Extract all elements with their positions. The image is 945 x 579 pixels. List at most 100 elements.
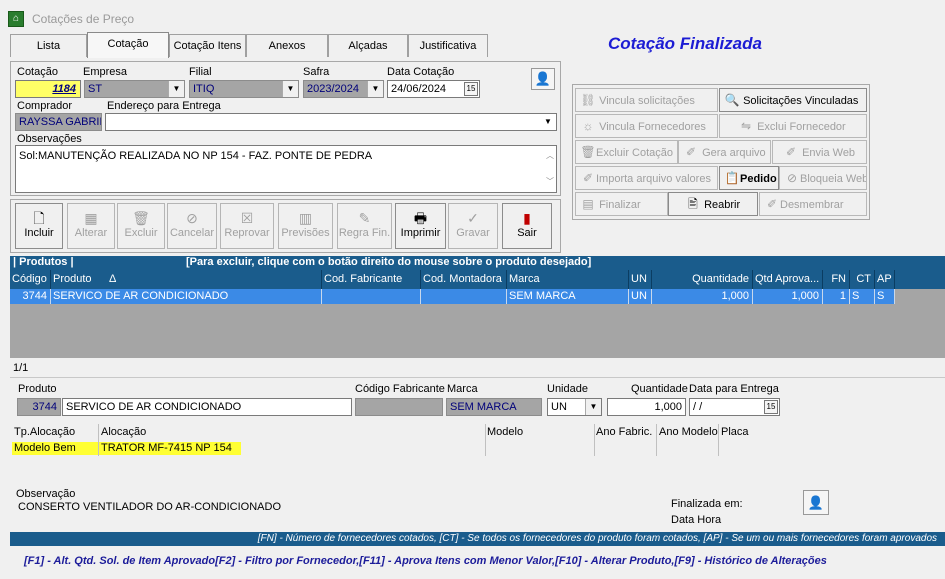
solicitacoes-vinculadas-button[interactable]: 🔍 Solicitações Vinculadas xyxy=(719,88,867,112)
cod-fabricante-label: Código Fabricante xyxy=(355,383,445,395)
alloc-header-ano-modelo: Ano Modelo xyxy=(659,426,718,438)
excluir-cotacao-label: Excluir Cotação xyxy=(596,147,674,159)
envia-web-button[interactable]: ✐ Envia Web xyxy=(772,140,867,164)
chevron-down-icon: ▼ xyxy=(585,399,601,415)
excluir-button[interactable]: 🗑 Excluir xyxy=(117,203,165,249)
incluir-button[interactable]: 🗋 Incluir xyxy=(15,203,63,249)
alloc-cell-alocacao[interactable]: TRATOR MF-7415 NP 154 xyxy=(99,442,241,455)
importa-arquivo-label: Importa arquivo valores xyxy=(596,173,711,185)
tab-alcadas[interactable]: Alçadas xyxy=(328,34,408,57)
endereco-label: Endereço para Entrega xyxy=(107,100,221,112)
cancelar-button[interactable]: ⊘ Cancelar xyxy=(167,203,217,249)
col-divider xyxy=(718,424,719,456)
col-header-produto-label: Produto xyxy=(53,273,92,285)
gravar-button[interactable]: ✓ Gravar xyxy=(448,203,498,249)
exclui-fornecedor-button[interactable]: ⇋ Exclui Fornecedor xyxy=(719,114,867,138)
table-cell-ap[interactable]: S xyxy=(875,289,895,304)
alloc-header-placa: Placa xyxy=(721,426,749,438)
data-entrega-field[interactable]: / / 15 xyxy=(689,398,780,416)
empresa-select[interactable]: ST ▼ xyxy=(84,80,185,98)
pedido-button[interactable]: 📋Pedido xyxy=(719,166,779,190)
edit-icon: ▦ xyxy=(84,210,98,226)
scroll-down-icon[interactable]: ﹀ xyxy=(546,174,554,190)
vincula-fornecedores-button[interactable]: ☼ Vincula Fornecedores xyxy=(575,114,718,138)
col-header-codigo[interactable]: Código xyxy=(10,270,51,289)
col-header-ap[interactable]: AP xyxy=(875,270,895,289)
previsoes-label: Previsões xyxy=(281,227,330,239)
data-cotacao-field[interactable]: 24/06/2024 15 xyxy=(387,80,480,98)
table-cell-codigo[interactable]: 3744 xyxy=(10,289,51,304)
desmembrar-label: Desmembrar xyxy=(780,199,844,211)
endereco-select[interactable]: ▼ xyxy=(105,113,557,131)
cod-fabricante-field[interactable] xyxy=(355,398,443,416)
table-cell-ct[interactable]: S xyxy=(850,289,875,304)
produto-code-field[interactable]: 3744 xyxy=(17,398,61,416)
tab-justificativa[interactable]: Justificativa xyxy=(408,34,488,57)
unidade-select[interactable]: UN ▼ xyxy=(547,398,602,416)
reabrir-button[interactable]: 🖹 Reabrir xyxy=(668,192,758,216)
tab-lista[interactable]: Lista xyxy=(10,34,87,57)
regra-fin-button[interactable]: ✎ Regra Fin. xyxy=(337,203,392,249)
marca-field[interactable]: SEM MARCA xyxy=(446,398,542,416)
table-cell-quantidade[interactable]: 1,000 xyxy=(652,289,753,304)
filial-select[interactable]: ITIQ ▼ xyxy=(189,80,299,98)
comprador-field[interactable]: RAYSSA GABRIE xyxy=(15,113,102,131)
scroll-up-icon[interactable]: ︿ xyxy=(546,148,554,164)
bloqueia-web-button[interactable]: ⊘ Bloqueia Web xyxy=(779,166,867,190)
gera-arquivo-button[interactable]: ✐ Gera arquivo xyxy=(678,140,771,164)
col-header-un[interactable]: UN xyxy=(629,270,652,289)
alterar-button[interactable]: ▦ Alterar xyxy=(67,203,115,249)
col-header-marca[interactable]: Marca xyxy=(507,270,629,289)
col-header-qtd-aprovada[interactable]: Qtd Aprova... xyxy=(753,270,823,289)
importa-arquivo-button[interactable]: ✐ Importa arquivo valores xyxy=(575,166,718,190)
sair-button[interactable]: ▮ Sair xyxy=(502,203,552,249)
reprovar-button[interactable]: ☒ Reprovar xyxy=(220,203,274,249)
shortcuts-text: [F1] - Alt. Qtd. Sol. de Item Aprovado[F… xyxy=(24,555,827,567)
tab-cotacao[interactable]: Cotação xyxy=(87,32,169,58)
pencil-icon: ✐ xyxy=(685,145,697,159)
empresa-value: ST xyxy=(88,83,103,95)
filial-label: Filial xyxy=(189,66,212,78)
table-cell-cod-fabricante[interactable] xyxy=(322,289,421,304)
tab-anexos[interactable]: Anexos xyxy=(246,34,328,57)
user-search-icon[interactable]: 👤 xyxy=(531,68,555,90)
previsoes-button[interactable]: ▥ Previsões xyxy=(278,203,333,249)
finalizar-label: Finalizar xyxy=(599,199,641,211)
finalizar-button[interactable]: ▤ Finalizar xyxy=(575,192,668,216)
imprimir-button[interactable]: 🖶 Imprimir xyxy=(395,203,446,249)
import-icon: ✐ xyxy=(582,171,594,185)
table-cell-marca[interactable]: SEM MARCA xyxy=(507,289,629,304)
table-cell-fn[interactable]: 1 xyxy=(823,289,850,304)
unidade-value: UN xyxy=(551,401,567,413)
forecast-icon: ▥ xyxy=(298,210,313,226)
table-cell-cod-montadora[interactable] xyxy=(421,289,507,304)
table-cell-produto[interactable]: SERVICO DE AR CONDICIONADO xyxy=(51,289,322,304)
observacoes-textarea[interactable]: Sol:MANUTENÇÃO REALIZADA NO NP 154 - FAZ… xyxy=(15,145,557,193)
calendar-icon[interactable]: 15 xyxy=(464,82,478,96)
vincula-solicitacoes-button[interactable]: ⛓ Vincula solicitações xyxy=(575,88,718,112)
excluir-cotacao-button[interactable]: 🗑Excluir Cotação xyxy=(575,140,678,164)
cotacao-field[interactable]: 1184 xyxy=(15,80,81,98)
col-header-cod-fabricante[interactable]: Cod. Fabricante xyxy=(322,270,421,289)
regra-fin-label: Regra Fin. xyxy=(338,227,391,239)
produto-name-field[interactable]: SERVICO DE AR CONDICIONADO xyxy=(62,398,352,416)
trash-icon: 🗑 xyxy=(580,145,596,159)
grid-empty-area xyxy=(10,304,945,358)
col-header-quantidade[interactable]: Quantidade xyxy=(652,270,753,289)
status-heading: Cotação Finalizada xyxy=(608,34,762,53)
desmembrar-button[interactable]: ✐ Desmembrar xyxy=(759,192,867,216)
calendar-icon[interactable]: 15 xyxy=(764,400,778,414)
col-header-produto[interactable]: Produto Δ xyxy=(51,270,322,289)
col-header-fn[interactable]: FN xyxy=(823,270,850,289)
table-cell-un[interactable]: UN xyxy=(629,289,652,304)
tab-cotacao-itens[interactable]: Cotação Itens xyxy=(169,34,246,57)
table-cell-qtd-aprovada[interactable]: 1,000 xyxy=(753,289,823,304)
user-info-icon[interactable]: 👤 xyxy=(803,490,829,515)
alloc-cell-tp[interactable]: Modelo Bem xyxy=(12,442,98,455)
title-bar xyxy=(0,0,945,36)
unlink-icon: ⇋ xyxy=(740,119,752,133)
col-header-ct[interactable]: CT xyxy=(850,270,875,289)
safra-select[interactable]: 2023/2024 ▼ xyxy=(303,80,384,98)
col-header-cod-montadora[interactable]: Cod. Montadora xyxy=(421,270,507,289)
quantidade-field[interactable]: 1,000 xyxy=(607,398,686,416)
